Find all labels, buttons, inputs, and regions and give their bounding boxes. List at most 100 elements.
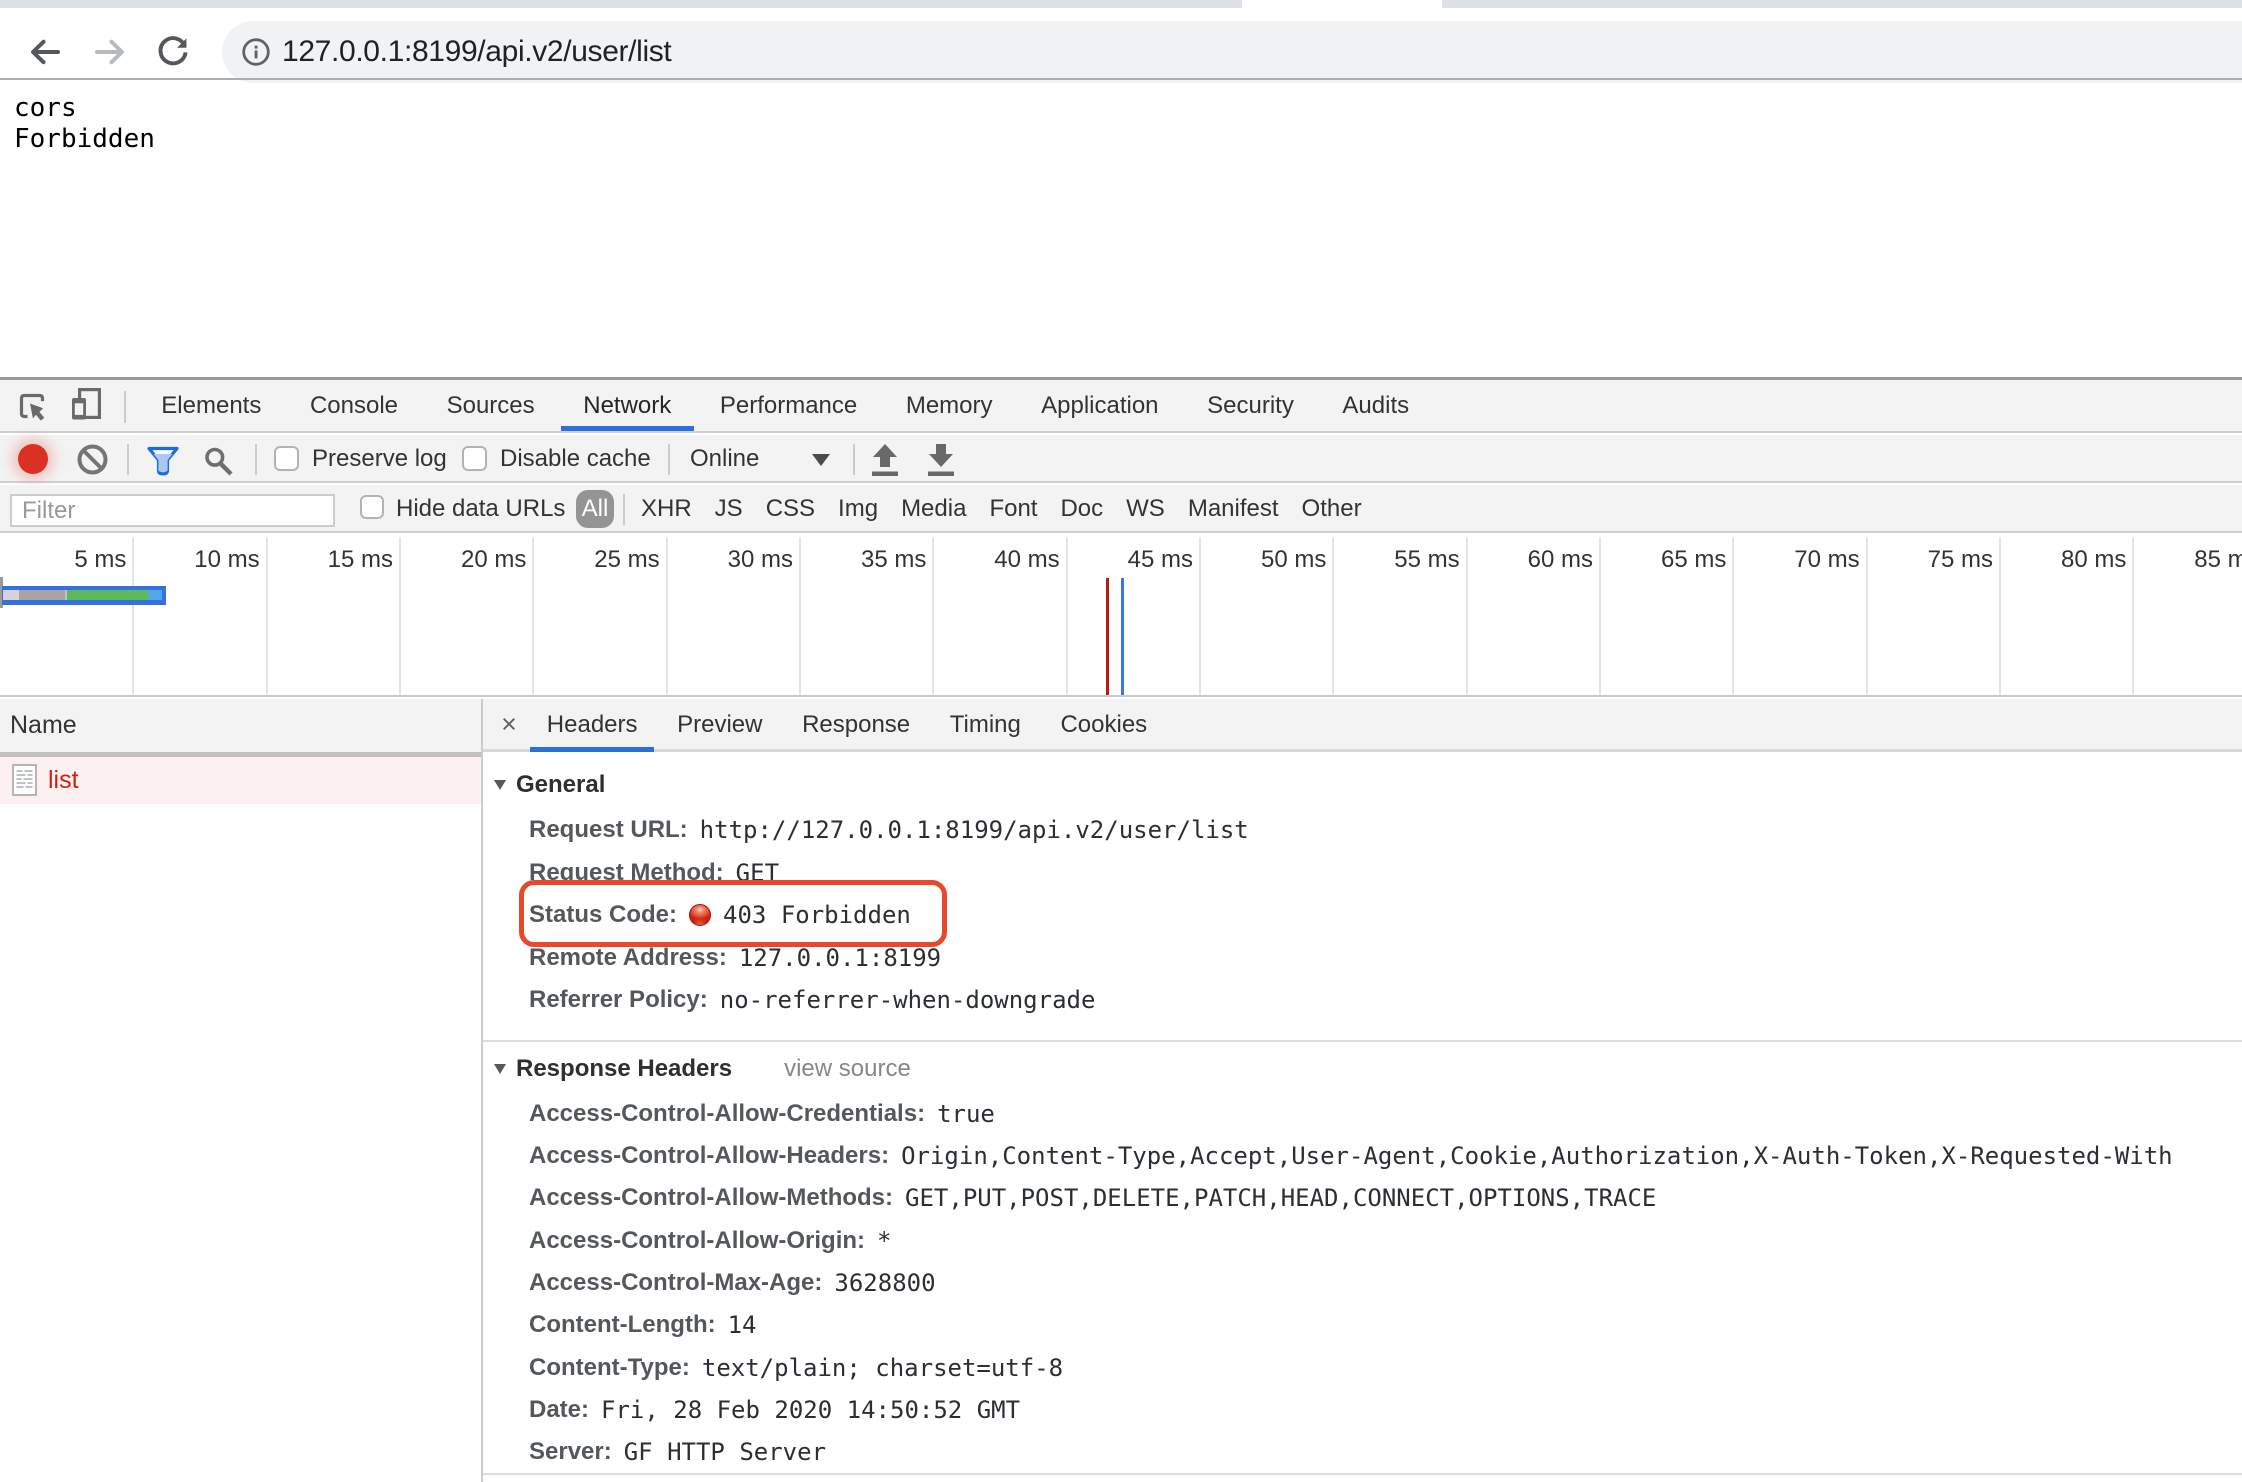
filter-type-all[interactable]: All [576, 490, 614, 528]
waterfall-queueing-segment [3, 590, 19, 600]
browser-toolbar: 127.0.0.1:8199/api.v2/user/list [0, 8, 2242, 78]
waterfall-overview-bar[interactable] [2, 586, 166, 605]
ruler-tick-label: 30 ms [728, 546, 793, 574]
response-header-row: Content-Length: 14 [529, 1304, 757, 1346]
ruler-tick-label: 55 ms [1394, 546, 1459, 574]
response-header-name: Content-Length: [529, 1311, 716, 1339]
request-url-label: Request URL: [529, 816, 688, 844]
toolbar-divider [0, 78, 2242, 80]
detail-tab[interactable]: Response [782, 699, 930, 752]
disclosure-triangle-icon[interactable] [494, 1064, 506, 1074]
inspect-element-button[interactable] [19, 393, 47, 421]
device-toolbar-button[interactable] [62, 386, 104, 426]
response-header-name: Access-Control-Allow-Credentials: [529, 1100, 925, 1128]
ruler-gridline [1732, 537, 1734, 697]
ruler-gridline [1866, 537, 1868, 697]
filter-type[interactable]: XHR [641, 485, 692, 533]
devtools-tab[interactable]: Application [1017, 380, 1183, 433]
remote-address-value: 127.0.0.1:8199 [739, 944, 941, 972]
import-har-button[interactable] [868, 442, 902, 478]
ruler-gridline [1066, 537, 1068, 697]
devtools-tab[interactable]: Elements [137, 380, 286, 433]
info-icon[interactable] [240, 36, 272, 68]
devtools-tab[interactable]: Security [1183, 380, 1318, 433]
filter-type[interactable]: CSS [766, 485, 815, 533]
ruler-tick-label: 65 ms [1661, 546, 1726, 574]
response-header-value: Fri, 28 Feb 2020 14:50:52 GMT [601, 1396, 1020, 1424]
devtools-tab[interactable]: Sources [422, 380, 559, 433]
record-button[interactable] [18, 444, 48, 474]
devtools-tab[interactable]: Console [286, 380, 423, 433]
request-row[interactable]: list [0, 757, 481, 804]
filter-type[interactable]: Media [901, 485, 966, 533]
general-section-header[interactable]: General [494, 770, 605, 800]
toolbar-separator [255, 444, 257, 475]
request-name[interactable]: list [48, 757, 79, 804]
name-column-header[interactable]: Name [0, 699, 481, 757]
ruler-tick-label: 45 ms [1128, 546, 1193, 574]
close-detail-button[interactable]: × [492, 699, 526, 752]
toolbar-separator [668, 444, 670, 475]
device-toolbar-icon [62, 386, 104, 426]
preserve-log-label[interactable]: Preserve log [312, 435, 447, 483]
toolbar-separator [124, 391, 126, 423]
filter-toggle-button[interactable] [146, 444, 180, 478]
detail-tab[interactable]: Preview [657, 699, 782, 752]
clear-button[interactable] [77, 444, 108, 475]
address-bar[interactable]: 127.0.0.1:8199/api.v2/user/list [222, 21, 2242, 83]
network-overview[interactable]: 5 ms10 ms15 ms20 ms25 ms30 ms35 ms40 ms4… [0, 537, 2242, 697]
throttling-caret-icon[interactable] [812, 454, 830, 466]
filter-type[interactable]: Font [989, 485, 1037, 533]
ruler-tick-label: 40 ms [994, 546, 1059, 574]
response-header-value: 3628800 [834, 1269, 935, 1297]
view-source-link[interactable]: view source [784, 1055, 911, 1083]
upload-icon [868, 442, 902, 478]
filter-type[interactable]: Img [838, 485, 878, 533]
export-har-button[interactable] [924, 442, 958, 478]
ruler-gridline [532, 537, 534, 697]
annotation-highlight-box [519, 880, 947, 947]
toolbar-separator [853, 444, 855, 475]
ruler-tick-label: 80 ms [2061, 546, 2126, 574]
filter-type[interactable]: Other [1302, 485, 1362, 533]
hide-data-urls-label[interactable]: Hide data URLs [396, 485, 565, 533]
throttling-select[interactable]: Online [690, 435, 759, 483]
name-column-label[interactable]: Name [10, 699, 77, 752]
filter-input[interactable] [10, 494, 335, 527]
devtools-tab[interactable]: Performance [696, 380, 882, 433]
waterfall-download-segment [148, 590, 162, 600]
section-divider [483, 1473, 2242, 1475]
request-url-value: http://127.0.0.1:8199/api.v2/user/list [700, 816, 1249, 844]
response-header-value: GET,PUT,POST,DELETE,PATCH,HEAD,CONNECT,O… [905, 1184, 1656, 1212]
filter-type[interactable]: JS [715, 485, 743, 533]
devtools-tab[interactable]: Network [559, 380, 696, 433]
filter-type[interactable]: WS [1126, 485, 1165, 533]
filter-type[interactable]: Doc [1060, 485, 1103, 533]
response-header-value: Origin,Content-Type,Accept,User-Agent,Co… [901, 1142, 2173, 1170]
disable-cache-label[interactable]: Disable cache [500, 435, 651, 483]
url-text[interactable]: 127.0.0.1:8199/api.v2/user/list [282, 21, 671, 83]
preserve-log-checkbox[interactable] [274, 446, 299, 471]
response-header-value: true [937, 1100, 995, 1128]
hide-data-urls-checkbox[interactable] [360, 495, 384, 519]
pane-divider[interactable] [481, 699, 483, 1482]
search-button[interactable] [203, 443, 237, 477]
ruler-tick-label: 75 ms [1928, 546, 1993, 574]
detail-tab[interactable]: Timing [930, 699, 1041, 752]
referrer-policy-label: Referrer Policy: [529, 986, 708, 1014]
devtools-tab[interactable]: Audits [1318, 380, 1433, 433]
detail-tab[interactable]: Cookies [1041, 699, 1167, 752]
ruler-gridline [132, 537, 134, 697]
reload-button[interactable] [154, 33, 192, 71]
filter-type[interactable]: Manifest [1188, 485, 1279, 533]
disclosure-triangle-icon[interactable] [494, 780, 506, 790]
response-headers-title: Response Headers [516, 1055, 732, 1083]
back-button[interactable] [26, 33, 64, 71]
response-headers-section-header[interactable]: Response Headers view source [494, 1054, 911, 1084]
forward-button[interactable] [91, 33, 129, 71]
detail-tab[interactable]: Headers [527, 699, 657, 752]
disable-cache-checkbox[interactable] [462, 446, 487, 471]
ruler-tick-label: 50 ms [1261, 546, 1326, 574]
funnel-icon [146, 444, 180, 478]
devtools-tab[interactable]: Memory [882, 380, 1017, 433]
